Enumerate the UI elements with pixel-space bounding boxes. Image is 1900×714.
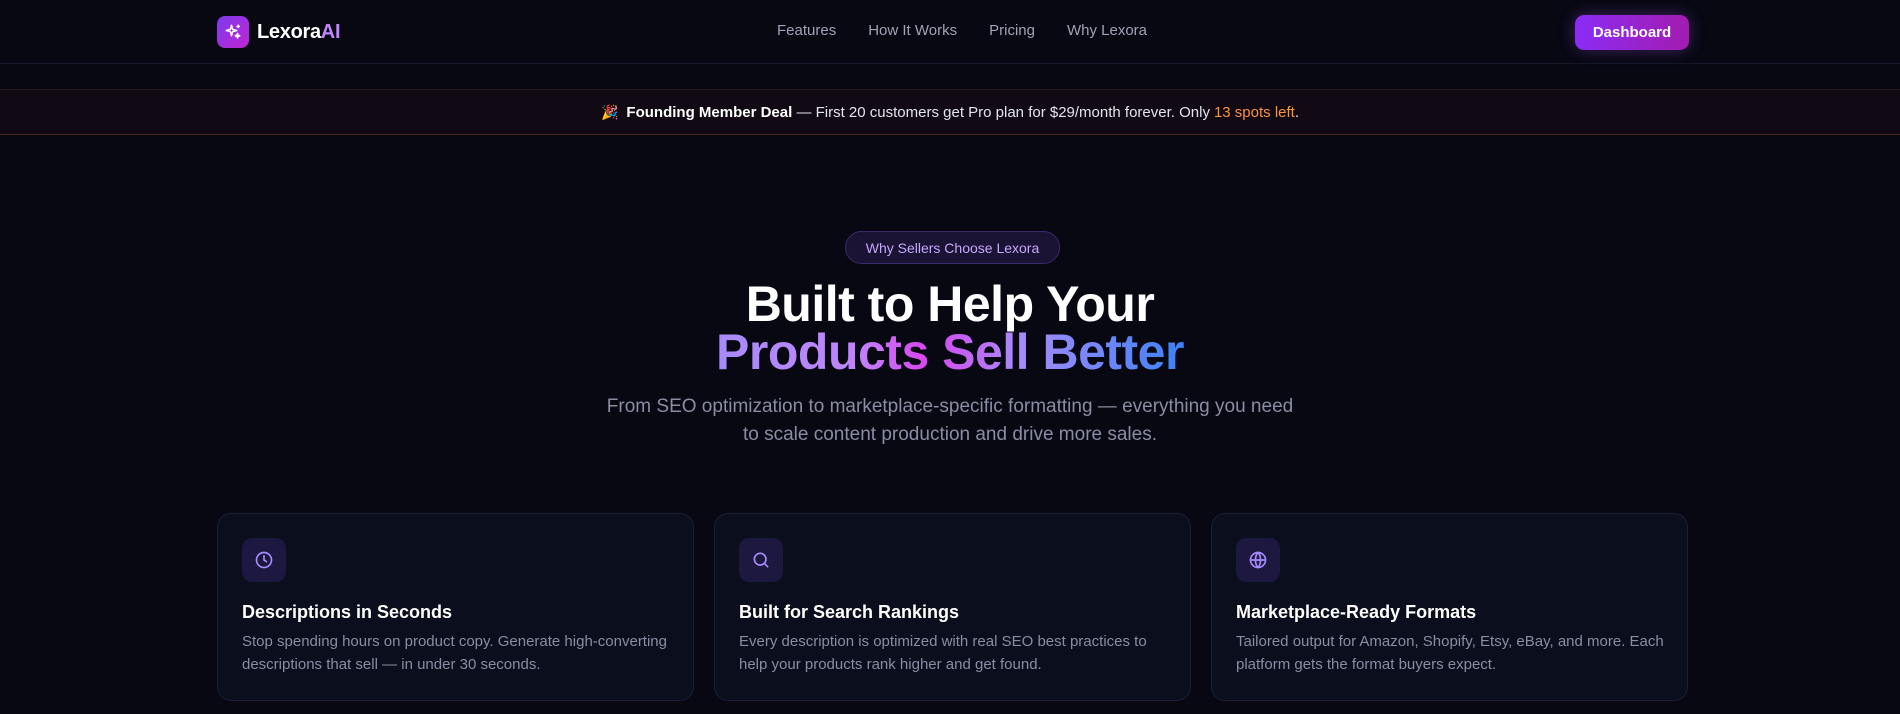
- feature-card-marketplace: Marketplace-Ready Formats Tailored outpu…: [1211, 513, 1688, 701]
- feature-card-search: Built for Search Rankings Every descript…: [714, 513, 1191, 701]
- promo-text: — First 20 customers get Pro plan for $2…: [796, 103, 1210, 121]
- hero-subtitle: From SEO optimization to marketplace-spe…: [606, 396, 1294, 445]
- feature-description: Tailored output for Amazon, Shopify, Ets…: [1236, 633, 1664, 673]
- nav-links: Features How It Works Pricing Why Lexora: [777, 22, 1147, 39]
- hero-title-line2: Products Sell Better: [0, 324, 1900, 380]
- nav-link-how-it-works[interactable]: How It Works: [868, 22, 957, 39]
- feature-title: Marketplace-Ready Formats: [1236, 602, 1477, 622]
- promo-period: .: [1294, 103, 1300, 121]
- feature-title: Built for Search Rankings: [739, 602, 960, 622]
- logo[interactable]: LexoraAI: [217, 16, 341, 48]
- sparkles-icon: [217, 16, 249, 48]
- promo-spots-left: 13 spots left: [1213, 103, 1295, 121]
- feature-card-descriptions: Descriptions in Seconds Stop spending ho…: [217, 513, 694, 701]
- party-popper-icon: 🎉: [600, 103, 619, 120]
- dashboard-button[interactable]: Dashboard: [1575, 15, 1689, 50]
- logo-text-main: Lexora: [257, 20, 321, 43]
- nav-link-why-lexora[interactable]: Why Lexora: [1067, 22, 1147, 39]
- clock-icon: [242, 538, 286, 582]
- top-navbar: LexoraAI Features How It Works Pricing W…: [0, 0, 1900, 64]
- feature-description: Every description is optimized with real…: [739, 633, 1147, 673]
- globe-icon: [1236, 538, 1280, 582]
- promo-deal-label: Founding Member Deal: [626, 103, 793, 121]
- feature-description: Stop spending hours on product copy. Gen…: [242, 633, 667, 673]
- logo-text-ai: AI: [320, 20, 341, 43]
- feature-title: Descriptions in Seconds: [242, 602, 453, 622]
- search-icon: [739, 538, 783, 582]
- nav-link-pricing[interactable]: Pricing: [989, 22, 1035, 39]
- nav-link-features[interactable]: Features: [777, 22, 836, 39]
- hero-title-gradient-text: Products Sell Better: [716, 324, 1184, 380]
- logo-text: LexoraAI: [257, 20, 341, 44]
- promo-banner: 🎉 Founding Member Deal — First 20 custom…: [0, 89, 1900, 135]
- section-badge: Why Sellers Choose Lexora: [845, 231, 1060, 264]
